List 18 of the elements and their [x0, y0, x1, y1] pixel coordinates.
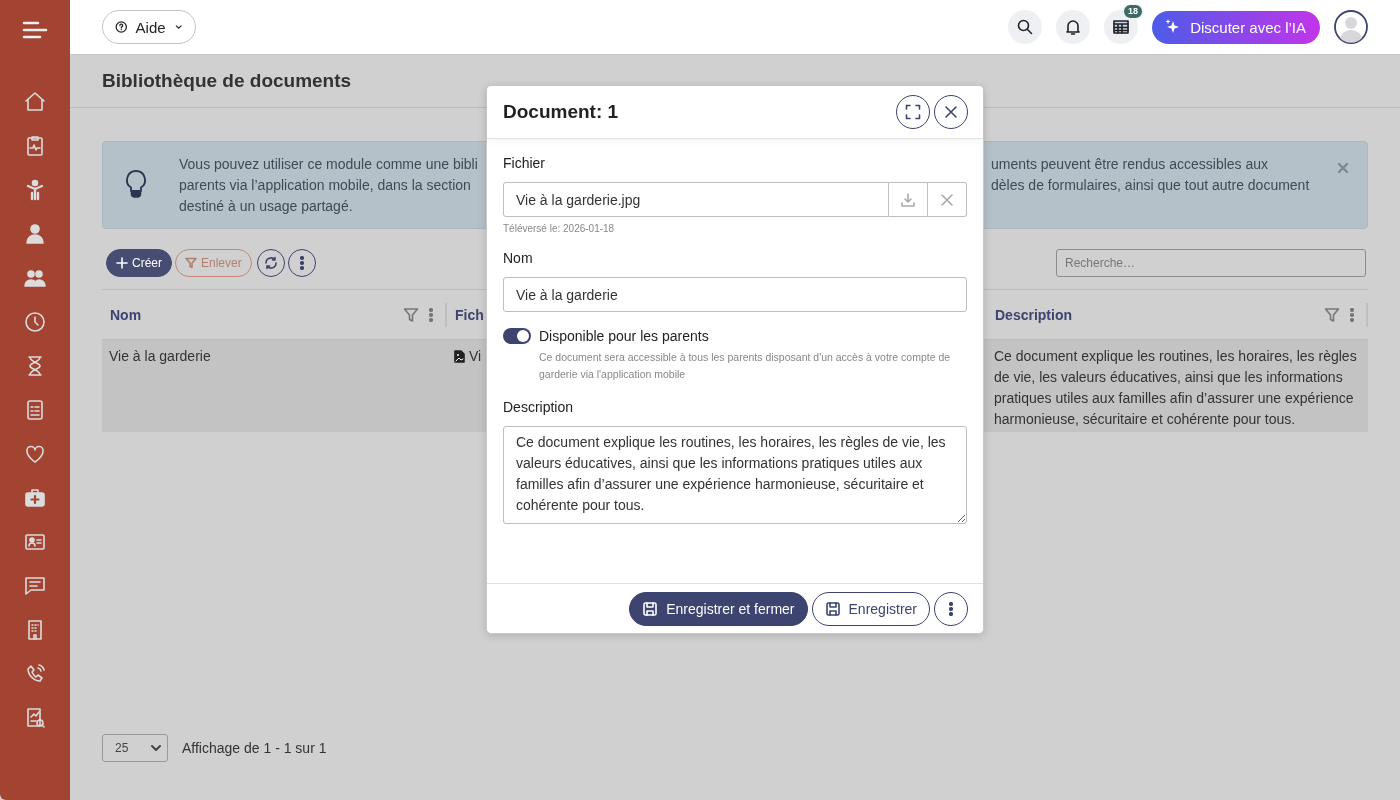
page-title: Bibliothèque de documents: [102, 70, 352, 92]
field-label: Fichier: [503, 155, 546, 171]
table-cell-text: Vie à la garderie: [109, 347, 211, 366]
info-text: uments peuvent être rendus accessibles aux: [991, 155, 1270, 174]
info-text: destiné à un usage partagé.: [179, 197, 354, 216]
info-text: dèles de formulaires, ainsi que tout autre document: [991, 176, 1311, 195]
dialog-title: Document: 1: [503, 101, 619, 123]
table-cell-text: Ce document explique les routines, les horaires, les règles de vie, les valeurs éducatives, ainsi que les informations pratiques utiles aux familles afin d’assurer une expérience harmonieuse, sécuritaire et cohérente pour tous.: [994, 347, 1358, 429]
field-label: Nom: [503, 250, 534, 266]
info-text: parents via l’application mobile, dans la section: [179, 176, 472, 195]
toggle-hint: Ce document sera accessible à tous les parents disposant d'un accès à votre compte de garderie via l'application mobile: [539, 350, 952, 382]
notification-badge: 18: [1123, 4, 1144, 19]
info-text: Vous pouvez utiliser ce module comme une bibli: [179, 155, 479, 174]
table-cell-text: Vi: [469, 347, 482, 366]
pagination-summary: Affichage de 1 - 1 sur 1: [182, 740, 327, 756]
upload-date: Téléversé le: 2026-01-18: [503, 223, 616, 234]
field-label: Description: [503, 399, 575, 415]
toggle-label: Disponible pour les parents: [539, 328, 709, 344]
